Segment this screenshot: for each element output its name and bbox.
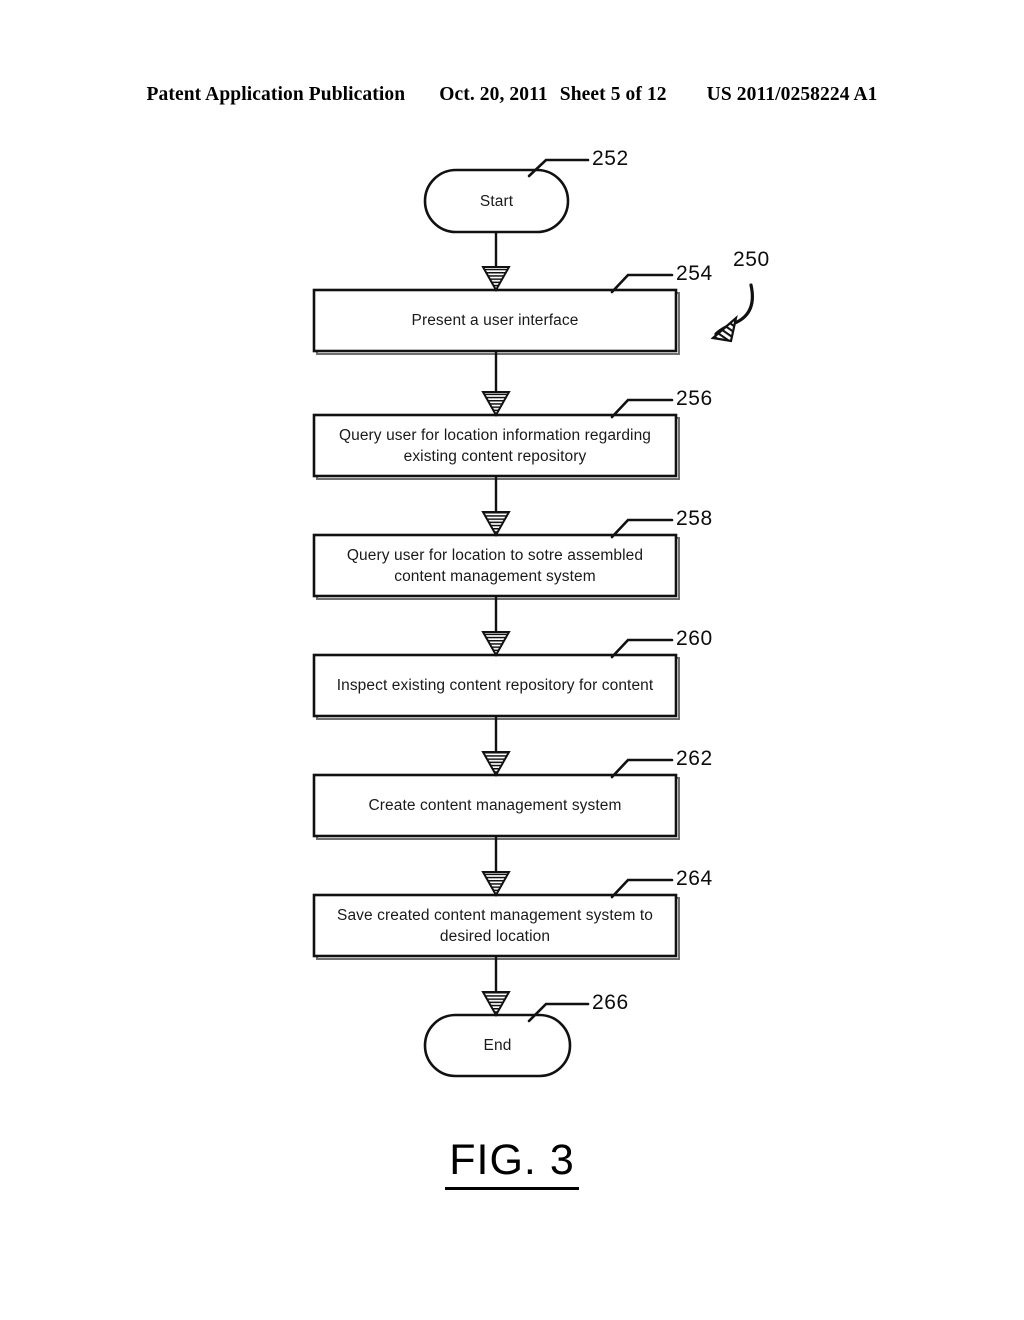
- patent-figure: Start Present a user interface Query use…: [0, 0, 1024, 1320]
- node-262-shape: [312, 773, 680, 840]
- ref-numeral-262: 262: [676, 747, 713, 770]
- ref-numeral-266: 266: [592, 991, 629, 1014]
- ref-numeral-250: 250: [733, 248, 770, 271]
- figure-caption-text: FIG. 3: [445, 1136, 579, 1190]
- node-260-shape: [312, 653, 680, 720]
- ref-numeral-258: 258: [676, 507, 713, 530]
- node-264-shape: [312, 893, 680, 960]
- node-start-shape: [423, 168, 570, 234]
- ref-numeral-252: 252: [592, 147, 629, 170]
- node-end-shape: [423, 1013, 572, 1078]
- figure-caption: FIG. 3: [0, 1136, 1024, 1190]
- ref-numeral-260: 260: [676, 627, 713, 650]
- diagram-reference-arrowhead: [710, 314, 738, 343]
- ref-numeral-264: 264: [676, 867, 713, 890]
- node-256-shape: [312, 413, 680, 480]
- flowchart-vector-layer: [312, 158, 754, 1078]
- node-258-shape: [312, 533, 680, 600]
- ref-numeral-254: 254: [676, 262, 713, 285]
- ref-numeral-256: 256: [676, 387, 713, 410]
- node-254-shape: [312, 288, 680, 355]
